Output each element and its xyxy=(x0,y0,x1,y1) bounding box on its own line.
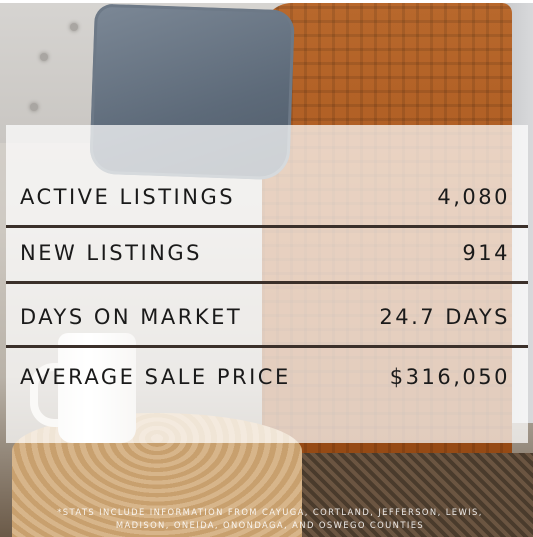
stat-row-average-sale-price: AVERAGE SALE PRICE $316,050 xyxy=(6,347,528,407)
stat-label: AVERAGE SALE PRICE xyxy=(20,365,291,389)
stat-value: $316,050 xyxy=(389,365,510,389)
stats-graphic: ACTIVE LISTINGS 4,080 NEW LISTINGS 914 D… xyxy=(0,0,533,537)
stat-row-active-listings: ACTIVE LISTINGS 4,080 xyxy=(6,167,528,227)
sofa-tuft xyxy=(70,23,78,31)
stat-label: DAYS ON MARKET xyxy=(20,305,243,329)
sofa-tuft xyxy=(40,53,48,61)
stat-row-new-listings: NEW LISTINGS 914 xyxy=(6,223,528,283)
stat-label: ACTIVE LISTINGS xyxy=(20,185,236,209)
stat-row-days-on-market: DAYS ON MARKET 24.7 DAYS xyxy=(6,287,528,347)
sofa-tuft xyxy=(30,103,38,111)
footnote: *STATS INCLUDE INFORMATION FROM CAYUGA, … xyxy=(20,506,520,532)
divider xyxy=(6,281,528,284)
stat-value: 24.7 DAYS xyxy=(379,305,510,329)
stat-label: NEW LISTINGS xyxy=(20,241,202,265)
stat-value: 4,080 xyxy=(437,185,510,209)
footnote-line: *STATS INCLUDE INFORMATION FROM CAYUGA, … xyxy=(57,507,483,517)
stat-value: 914 xyxy=(462,241,510,265)
footnote-line: MADISON, ONEIDA, ONONDAGA, AND OSWEGO CO… xyxy=(115,520,425,530)
